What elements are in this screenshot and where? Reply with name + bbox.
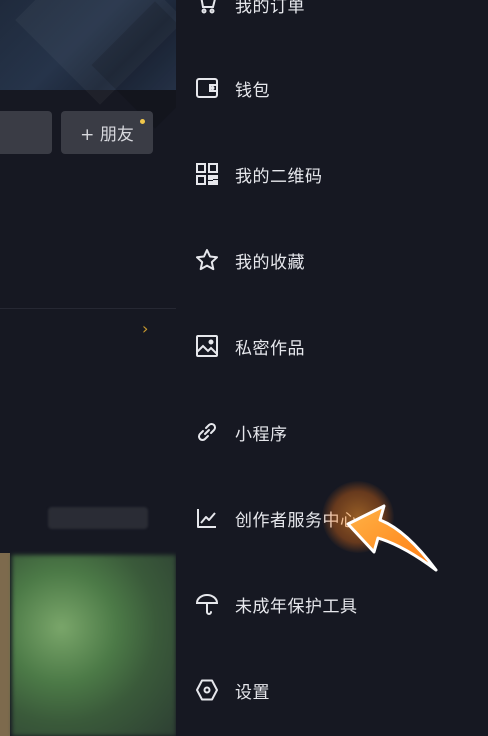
menu-item-label: 私密作品 xyxy=(235,338,305,359)
profile-page-dimmed[interactable]: + 朋友 › xyxy=(0,0,176,736)
menu-item-settings[interactable]: 设置 xyxy=(176,660,488,720)
chevron-right-icon[interactable]: › xyxy=(142,319,148,338)
menu-item-label: 设置 xyxy=(235,682,270,703)
umbrella-icon xyxy=(194,591,220,617)
menu-item-label: 钱包 xyxy=(235,80,270,101)
image-icon xyxy=(194,333,220,359)
add-friend-button[interactable]: + 朋友 xyxy=(61,111,153,154)
menu-item-private-works[interactable]: 私密作品 xyxy=(176,316,488,376)
video-thumbnail[interactable] xyxy=(0,553,10,736)
menu-item-label: 未成年保护工具 xyxy=(235,596,358,617)
wallet-icon xyxy=(194,75,220,101)
menu-item-mini-programs[interactable]: 小程序 xyxy=(176,402,488,462)
pointer-arrow-icon xyxy=(344,500,444,580)
link-icon xyxy=(194,419,220,445)
menu-item-qr-code[interactable]: 我的二维码 xyxy=(176,144,488,204)
profile-banner xyxy=(0,0,176,129)
chart-icon xyxy=(194,505,220,531)
blurred-label xyxy=(48,507,148,529)
cart-icon xyxy=(194,0,220,17)
star-icon xyxy=(194,247,220,273)
qr-code-icon xyxy=(194,161,220,187)
menu-item-label: 我的订单 xyxy=(235,0,305,17)
menu-item-orders[interactable]: 我的订单 xyxy=(176,0,488,34)
notification-dot xyxy=(140,119,145,124)
menu-item-minor-protection[interactable]: 未成年保护工具 xyxy=(176,574,488,634)
add-friend-label: + 朋友 xyxy=(80,125,134,145)
edit-profile-button[interactable] xyxy=(0,111,52,154)
settings-hexagon-icon xyxy=(194,677,220,703)
divider xyxy=(0,308,176,309)
app-screen: + 朋友 › 我的订单 钱包 我的二维码 我的收藏 私密作品 小程序 创作者服务… xyxy=(0,0,488,736)
menu-item-favorites[interactable]: 我的收藏 xyxy=(176,230,488,290)
menu-item-label: 小程序 xyxy=(235,424,288,445)
menu-item-wallet[interactable]: 钱包 xyxy=(176,58,488,118)
menu-item-label: 我的收藏 xyxy=(235,252,305,273)
side-menu-drawer: 我的订单 钱包 我的二维码 我的收藏 私密作品 小程序 创作者服务中心 未成年保… xyxy=(176,0,488,736)
video-thumbnail[interactable] xyxy=(12,555,176,736)
menu-item-label: 我的二维码 xyxy=(235,166,323,187)
works-gallery xyxy=(0,507,176,736)
